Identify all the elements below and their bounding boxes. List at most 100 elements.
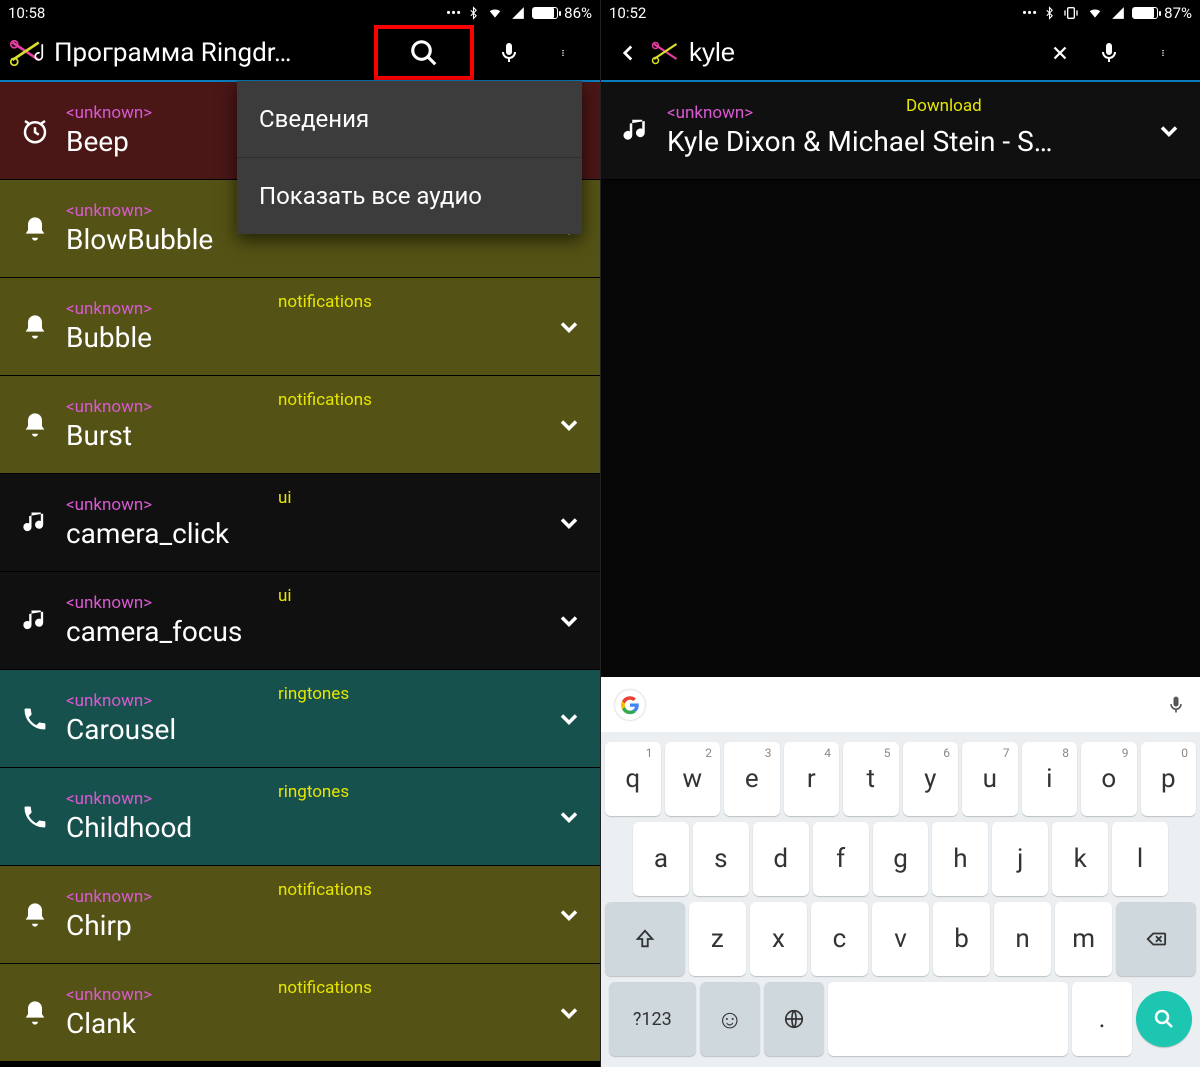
vibrate-icon [1062, 5, 1080, 21]
keyboard-row-2: asdfghjkl [605, 822, 1196, 896]
key-h[interactable]: h [932, 822, 988, 896]
key-g[interactable]: g [873, 822, 929, 896]
key-p[interactable]: p0 [1141, 742, 1197, 816]
backspace-key[interactable] [1116, 902, 1196, 976]
language-key[interactable] [764, 982, 824, 1056]
chevron-down-icon[interactable] [1148, 117, 1190, 145]
list-item[interactable]: <unknown> Download Kyle Dixon & Michael … [601, 82, 1200, 180]
chevron-down-icon[interactable] [548, 803, 590, 831]
left-pane: 10:58 ••• 86% Программ [0, 0, 600, 1067]
title-label: Chirp [66, 909, 548, 942]
keyboard-row-1: q1w2e3r4t5y6u7i8o9p0 [605, 742, 1196, 816]
album-label: notifications [278, 880, 372, 900]
key-k[interactable]: k [1052, 822, 1108, 896]
key-i[interactable]: i8 [1022, 742, 1078, 816]
status-bar: 10:58 ••• 86% [0, 0, 600, 25]
title-label: camera_focus [66, 615, 548, 648]
title-label: Kyle Dixon & Michael Stein - S… [667, 125, 1148, 158]
key-w[interactable]: w2 [665, 742, 721, 816]
menu-item-about[interactable]: Сведения [237, 81, 582, 158]
chevron-down-icon[interactable] [548, 901, 590, 929]
list-item[interactable]: <unknown> ringtones Childhood [0, 768, 600, 866]
status-time: 10:52 [609, 4, 646, 22]
key-f[interactable]: f [813, 822, 869, 896]
list-item[interactable]: <unknown> ui camera_focus [0, 572, 600, 670]
menu-item-show-all[interactable]: Показать все аудио [237, 158, 582, 234]
more-icon: ••• [1022, 4, 1037, 22]
key-q[interactable]: q1 [605, 742, 661, 816]
key-m[interactable]: m [1055, 902, 1112, 976]
key-d[interactable]: d [753, 822, 809, 896]
list-item[interactable]: <unknown> notifications Chirp [0, 866, 600, 964]
chevron-down-icon[interactable] [548, 607, 590, 635]
voice-button[interactable] [1082, 26, 1136, 80]
wifi-icon [1086, 6, 1104, 20]
artist-label: <unknown> [66, 495, 548, 515]
phone-icon [14, 803, 56, 831]
status-bar: 10:52 ••• 87% [601, 0, 1200, 25]
key-c[interactable]: c [811, 902, 868, 976]
chevron-down-icon[interactable] [548, 705, 590, 733]
wifi-icon [486, 6, 504, 20]
symbols-key[interactable]: ?123 [609, 982, 696, 1056]
album-label: notifications [278, 292, 372, 312]
artist-label: <unknown> [66, 593, 548, 613]
key-b[interactable]: b [933, 902, 990, 976]
right-pane: 10:52 ••• 87% [600, 0, 1200, 1067]
title-label: Carousel [66, 713, 548, 746]
app-bar [601, 25, 1200, 80]
signal-icon [510, 6, 526, 20]
key-x[interactable]: x [750, 902, 807, 976]
key-a[interactable]: a [633, 822, 689, 896]
list-item[interactable]: <unknown> notifications Burst [0, 376, 600, 474]
key-v[interactable]: v [872, 902, 929, 976]
voice-button[interactable] [482, 26, 536, 80]
key-l[interactable]: l [1112, 822, 1168, 896]
battery-percent: 86% [564, 4, 592, 22]
chevron-down-icon[interactable] [548, 313, 590, 341]
album-label: ui [278, 586, 292, 606]
key-n[interactable]: n [994, 902, 1051, 976]
period-key[interactable]: . [1072, 982, 1132, 1056]
key-u[interactable]: u7 [962, 742, 1018, 816]
key-r[interactable]: r4 [784, 742, 840, 816]
alarm-icon [14, 116, 56, 146]
status-icons: ••• 86% [446, 4, 592, 22]
chevron-down-icon[interactable] [548, 509, 590, 537]
key-t[interactable]: t5 [843, 742, 899, 816]
list-item[interactable]: <unknown> ringtones Carousel [0, 670, 600, 768]
list-item[interactable]: <unknown> ui camera_click [0, 474, 600, 572]
search-button[interactable] [374, 25, 474, 80]
space-key[interactable] [828, 982, 1068, 1056]
title-label: Clank [66, 1007, 548, 1040]
emoji-key[interactable]: ☺ [700, 982, 760, 1056]
back-button[interactable] [607, 26, 649, 80]
music-note-icon [14, 607, 56, 635]
key-s[interactable]: s [693, 822, 749, 896]
google-icon[interactable] [615, 690, 645, 720]
bluetooth-icon [467, 5, 480, 21]
clear-button[interactable] [1038, 26, 1082, 80]
key-e[interactable]: e3 [724, 742, 780, 816]
search-key[interactable] [1136, 991, 1192, 1047]
keyboard-mic-icon[interactable] [1166, 693, 1186, 717]
key-y[interactable]: y6 [903, 742, 959, 816]
music-note-icon [615, 116, 657, 146]
key-z[interactable]: z [689, 902, 746, 976]
overflow-button[interactable] [536, 26, 590, 80]
title-label: Childhood [66, 811, 548, 844]
bell-icon [14, 215, 56, 243]
key-j[interactable]: j [992, 822, 1048, 896]
search-input[interactable] [689, 37, 1038, 68]
list-item[interactable]: <unknown> notifications Clank [0, 964, 600, 1062]
bluetooth-icon [1043, 5, 1056, 21]
overflow-button[interactable] [1136, 26, 1190, 80]
list-item[interactable]: <unknown> notifications Bubble [0, 278, 600, 376]
album-label: Download [906, 96, 982, 116]
app-logo-icon [6, 35, 54, 71]
shift-key[interactable] [605, 902, 685, 976]
chevron-down-icon[interactable] [548, 411, 590, 439]
key-o[interactable]: o9 [1081, 742, 1137, 816]
signal-icon [1110, 6, 1126, 20]
chevron-down-icon[interactable] [548, 999, 590, 1027]
